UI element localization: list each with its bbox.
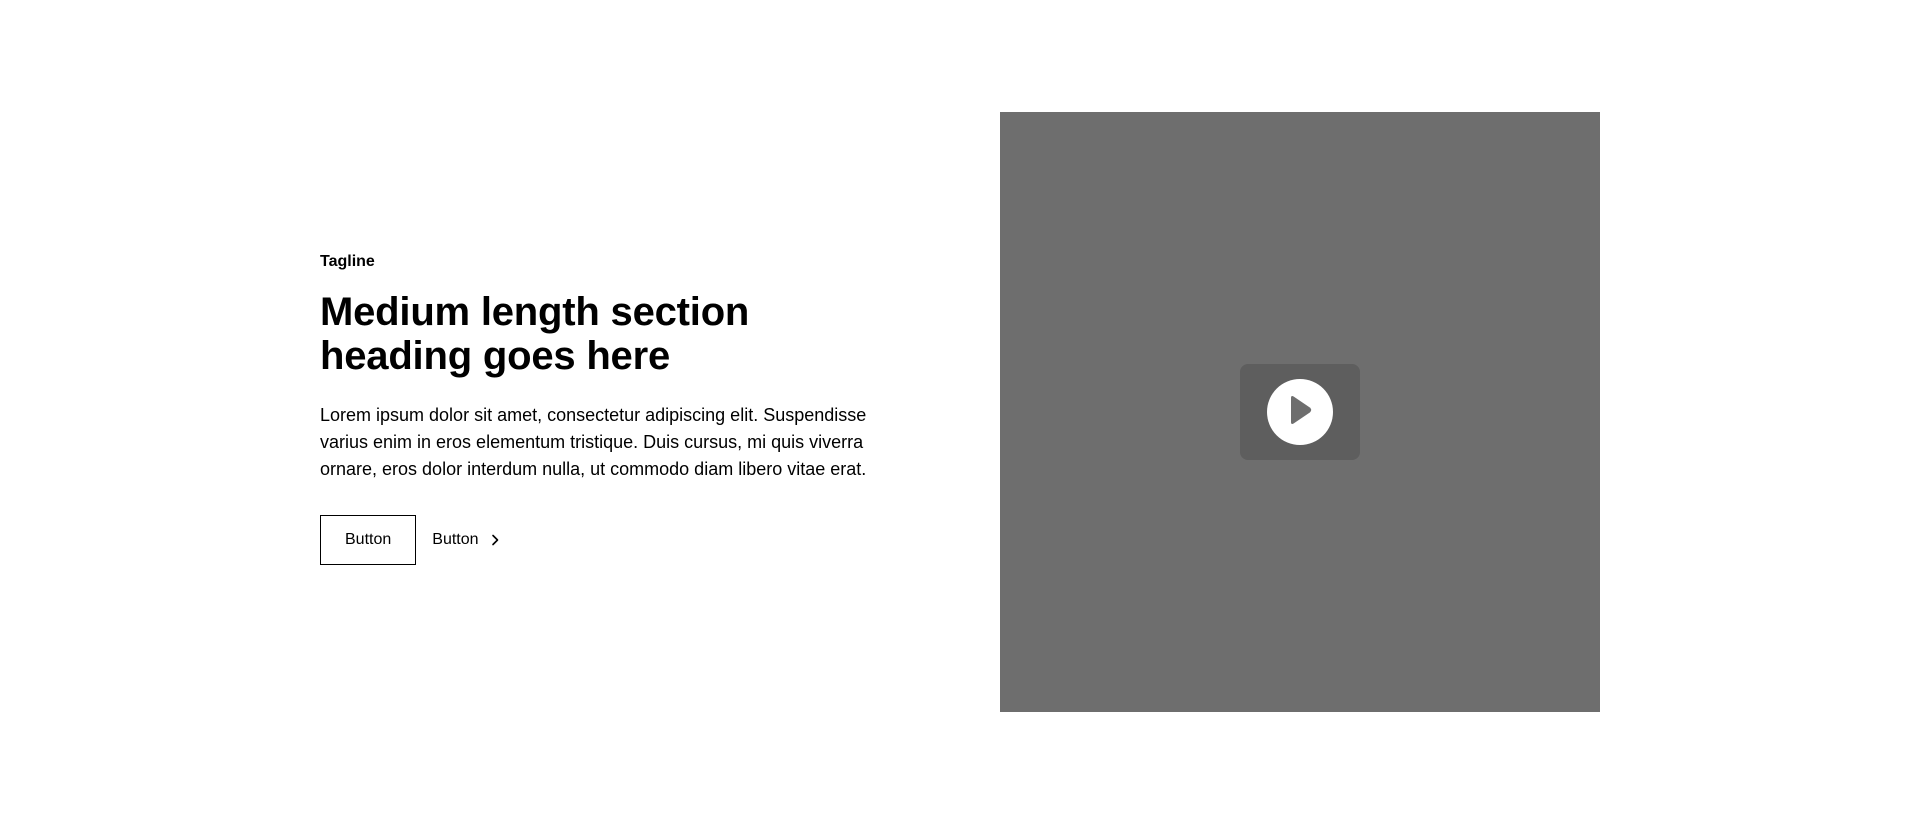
- tagline: Tagline: [320, 253, 375, 270]
- content-column: Tagline Medium length section heading go…: [320, 250, 890, 565]
- section-heading: Medium length section heading goes here: [320, 290, 750, 378]
- primary-button[interactable]: Button: [320, 515, 417, 565]
- actions-row: Button Button: [320, 515, 890, 565]
- primary-button-label: Button: [345, 531, 392, 548]
- play-button-circle: [1267, 379, 1333, 445]
- video-placeholder: [1000, 112, 1600, 712]
- secondary-button-label: Button: [432, 531, 479, 548]
- secondary-link-button[interactable]: Button: [432, 515, 502, 565]
- layout-section: Tagline Medium length section heading go…: [0, 0, 1920, 824]
- play-icon: [1285, 393, 1315, 432]
- play-button[interactable]: [1240, 364, 1360, 460]
- section-body-text: Lorem ipsum dolor sit amet, consectetur …: [320, 405, 867, 479]
- chevron-right-icon: [487, 532, 503, 548]
